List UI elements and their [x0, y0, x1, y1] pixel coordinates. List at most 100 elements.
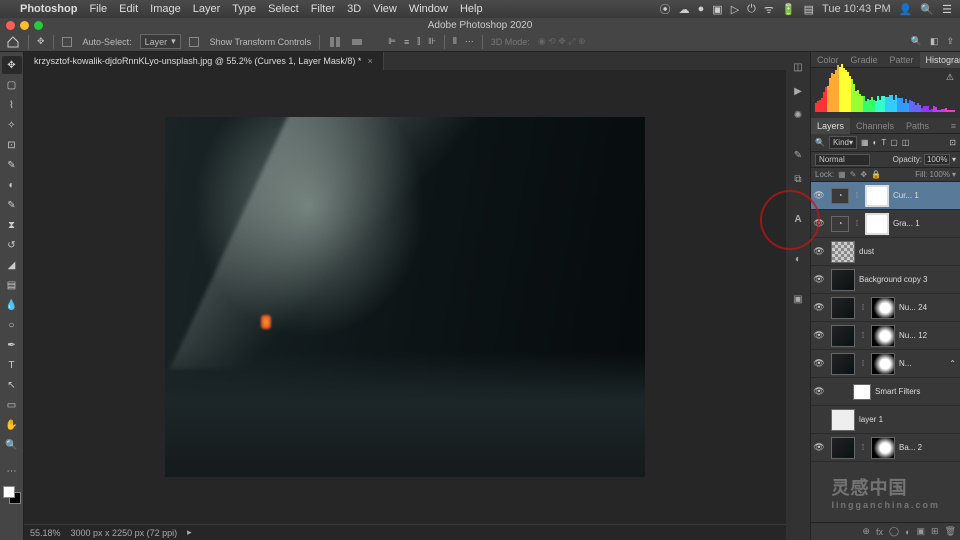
- mask-icon[interactable]: ◯: [889, 526, 899, 537]
- tab-gradients[interactable]: Gradie: [845, 52, 884, 68]
- libraries-panel-icon[interactable]: ▣: [789, 290, 807, 308]
- layer-thumb[interactable]: [831, 409, 855, 431]
- zoom-button[interactable]: [34, 21, 43, 30]
- tab-layers[interactable]: Layers: [811, 118, 850, 134]
- group-icon[interactable]: ▣: [917, 526, 926, 537]
- layer-thumb[interactable]: [831, 241, 855, 263]
- layer-row[interactable]: 👁⁞Nu... 12: [811, 322, 960, 350]
- close-tab-icon[interactable]: ×: [367, 56, 372, 66]
- path-tool[interactable]: ↖: [2, 376, 22, 394]
- visibility-toggle[interactable]: 👁: [811, 386, 827, 397]
- menu-select[interactable]: Select: [268, 3, 299, 15]
- char-panel-icon[interactable]: A: [789, 210, 807, 228]
- filter-kind-dropdown[interactable]: Kind ▾: [829, 136, 857, 149]
- align-icon[interactable]: [328, 35, 342, 49]
- layer-mask-thumb[interactable]: [865, 185, 889, 207]
- visibility-toggle[interactable]: 👁: [811, 190, 827, 201]
- layer-row[interactable]: 👁◔⁞Gra... 1: [811, 210, 960, 238]
- eraser-tool[interactable]: ◢: [2, 256, 22, 274]
- status-chevron-icon[interactable]: ▸: [187, 527, 192, 538]
- spotlight-icon[interactable]: 🔍: [920, 3, 934, 16]
- layer-row[interactable]: 👁◔⁞Cur... 1: [811, 182, 960, 210]
- layer-thumb[interactable]: [831, 325, 855, 347]
- layer-name[interactable]: N...: [899, 359, 945, 368]
- histogram-warning-icon[interactable]: ⚠: [946, 72, 954, 83]
- tab-patterns[interactable]: Patter: [884, 52, 920, 68]
- link-layers-icon[interactable]: ⊕: [862, 526, 870, 537]
- hand-tool[interactable]: ✋: [2, 416, 22, 434]
- zoom-tool[interactable]: 🔍: [2, 436, 22, 454]
- history-brush-tool[interactable]: ↺: [2, 236, 22, 254]
- layer-name[interactable]: Cur... 1: [893, 191, 956, 200]
- adjustment-icon[interactable]: ◐: [905, 527, 910, 537]
- layer-row[interactable]: 👁⁞N...⌃: [811, 350, 960, 378]
- layer-name[interactable]: Gra... 1: [893, 219, 956, 228]
- menubar-clock[interactable]: Tue 10:43 PM: [822, 3, 891, 15]
- layer-row[interactable]: 👁Background copy 3: [811, 266, 960, 294]
- move-tool[interactable]: ✥: [2, 56, 22, 74]
- layer-row[interactable]: 👁dust: [811, 238, 960, 266]
- adjust-panel-icon[interactable]: ◐: [789, 250, 807, 268]
- brush-tool[interactable]: ✎: [2, 196, 22, 214]
- layer-row[interactable]: 👁Smart Filters: [811, 378, 960, 406]
- layer-row[interactable]: layer 1: [811, 406, 960, 434]
- layer-mask-thumb[interactable]: [871, 325, 895, 347]
- menu-3d[interactable]: 3D: [347, 3, 361, 15]
- fx-icon[interactable]: fx: [876, 527, 883, 537]
- menu-layer[interactable]: Layer: [193, 3, 221, 15]
- menu-type[interactable]: Type: [232, 3, 256, 15]
- workspace-icon[interactable]: ◧: [930, 36, 939, 47]
- menu-file[interactable]: File: [89, 3, 107, 15]
- align-icon[interactable]: ⫿: [417, 36, 420, 47]
- lock-position-icon[interactable]: ✎: [850, 170, 857, 179]
- layer-name[interactable]: Nu... 12: [899, 331, 956, 340]
- align-icon[interactable]: ≡: [404, 37, 409, 47]
- wand-tool[interactable]: ✧: [2, 116, 22, 134]
- autoselect-dropdown[interactable]: Layer▾: [140, 34, 181, 49]
- layer-name[interactable]: Ba... 2: [899, 443, 956, 452]
- opacity-input[interactable]: 100%: [924, 154, 950, 165]
- align-icon[interactable]: ⊫: [388, 36, 396, 47]
- menu-view[interactable]: View: [373, 3, 397, 15]
- doc-dimensions[interactable]: 3000 px x 2250 px (72 ppi): [71, 528, 178, 538]
- menu-image[interactable]: Image: [150, 3, 181, 15]
- layer-row[interactable]: 👁⁞Nu... 24: [811, 294, 960, 322]
- fill-input[interactable]: 100%: [930, 170, 950, 179]
- layer-thumb[interactable]: [831, 353, 855, 375]
- visibility-toggle[interactable]: 👁: [811, 218, 827, 229]
- color-swatches[interactable]: [3, 486, 21, 504]
- lasso-tool[interactable]: ⌇: [2, 96, 22, 114]
- crop-tool[interactable]: ⊡: [2, 136, 22, 154]
- type-tool[interactable]: T: [2, 356, 22, 374]
- lock-pixels-icon[interactable]: ▦: [838, 170, 846, 179]
- align-icon[interactable]: [350, 35, 364, 49]
- share-icon[interactable]: ⇪: [946, 36, 954, 47]
- layer-mask-thumb[interactable]: [871, 353, 895, 375]
- pen-tool[interactable]: ✒: [2, 336, 22, 354]
- tab-channels[interactable]: Channels: [850, 118, 900, 134]
- blur-tool[interactable]: 💧: [2, 296, 22, 314]
- shape-tool[interactable]: ▭: [2, 396, 22, 414]
- filter-icon[interactable]: ▢: [890, 138, 898, 147]
- eyedropper-tool[interactable]: ✎: [2, 156, 22, 174]
- panel-icon[interactable]: ✺: [789, 106, 807, 124]
- heal-tool[interactable]: ◐: [2, 176, 22, 194]
- home-button[interactable]: [6, 35, 20, 49]
- visibility-toggle[interactable]: 👁: [811, 302, 827, 313]
- autoselect-checkbox[interactable]: [62, 37, 72, 47]
- clone-panel-icon[interactable]: ⧉: [789, 170, 807, 188]
- layer-name[interactable]: layer 1: [859, 415, 956, 424]
- minimize-button[interactable]: [20, 21, 29, 30]
- marquee-tool[interactable]: ▢: [2, 76, 22, 94]
- stamp-tool[interactable]: ⧗: [2, 216, 22, 234]
- search-icon[interactable]: 🔍: [911, 36, 922, 47]
- edit-toolbar[interactable]: ⋯: [2, 462, 22, 480]
- menu-edit[interactable]: Edit: [119, 3, 138, 15]
- layer-row[interactable]: 👁⁞Ba... 2: [811, 434, 960, 462]
- menu-filter[interactable]: Filter: [311, 3, 335, 15]
- document-tab[interactable]: krzysztof-kowalik-djdoRnnKLyo-unsplash.j…: [24, 52, 384, 70]
- brush-panel-icon[interactable]: ✎: [789, 146, 807, 164]
- distribute-icon[interactable]: ⫴: [453, 36, 457, 47]
- align-icon[interactable]: ⊪: [428, 36, 436, 47]
- lock-all-icon[interactable]: ✥: [860, 170, 867, 179]
